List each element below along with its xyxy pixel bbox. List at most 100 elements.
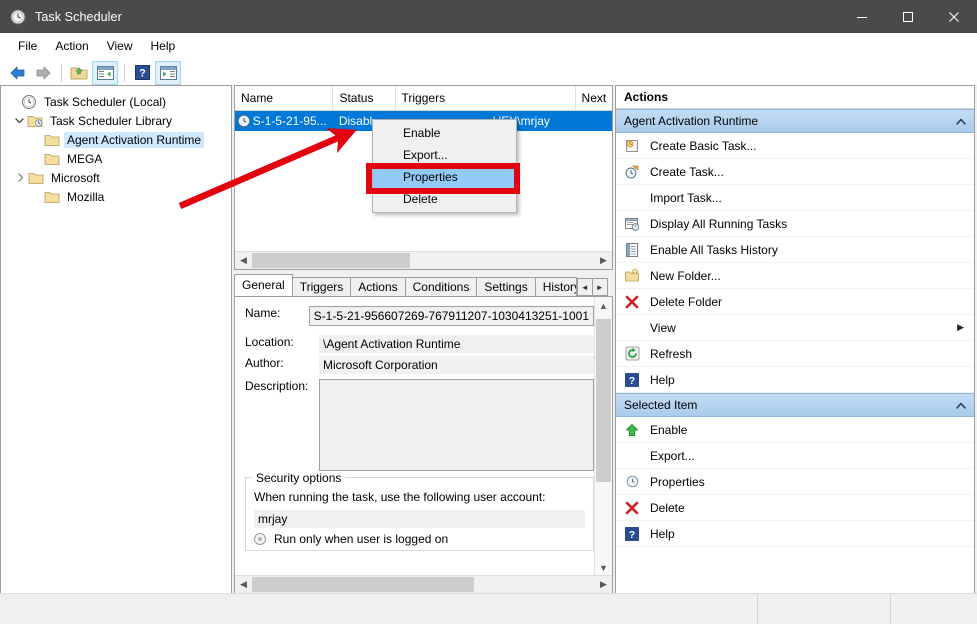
scroll-right-icon[interactable]: ▶ <box>595 576 612 593</box>
menu-file[interactable]: File <box>9 36 46 56</box>
status-section-2 <box>757 594 890 624</box>
security-options-group: Security options When running the task, … <box>245 471 594 551</box>
action-view[interactable]: View ▶ <box>616 315 974 341</box>
tab-actions[interactable]: Actions <box>350 277 406 296</box>
actions-section-agent-activation-runtime[interactable]: Agent Activation Runtime <box>616 109 974 133</box>
no-icon <box>624 448 640 464</box>
scroll-left-icon[interactable]: ◀ <box>235 576 252 593</box>
tree-node-task-scheduler-local[interactable]: Task Scheduler (Local) <box>1 92 231 111</box>
hscroll-track[interactable] <box>252 576 595 593</box>
action-selected-properties[interactable]: Properties <box>616 469 974 495</box>
action-label: Create Task... <box>650 164 724 179</box>
action-enable-all-tasks-history[interactable]: Enable All Tasks History <box>616 237 974 263</box>
menu-view[interactable]: View <box>98 36 142 56</box>
show-hide-console-tree-button[interactable] <box>92 60 118 85</box>
tab-scroll-right-button[interactable]: ► <box>591 278 608 296</box>
delete-x-icon <box>624 500 640 516</box>
maximize-button[interactable] <box>885 0 931 33</box>
tab-general[interactable]: General <box>234 274 293 296</box>
hscroll-thumb[interactable] <box>252 577 474 592</box>
action-label: Enable <box>650 422 688 437</box>
action-label: New Folder... <box>650 268 721 283</box>
chevron-up-icon[interactable] <box>956 114 966 128</box>
tab-history[interactable]: History ( <box>534 277 577 296</box>
tab-scroll-left-button[interactable]: ◄ <box>576 278 593 296</box>
action-help[interactable]: ? Help <box>616 367 974 393</box>
create-task-icon <box>624 164 640 180</box>
window-title: Task Scheduler <box>35 9 122 24</box>
context-menu-item-export[interactable]: Export... <box>373 144 516 166</box>
up-folder-button[interactable] <box>67 62 91 84</box>
tree-node-label: Microsoft <box>51 170 100 185</box>
tab-conditions[interactable]: Conditions <box>404 277 478 296</box>
action-new-folder[interactable]: New Folder... <box>616 263 974 289</box>
action-selected-enable[interactable]: Enable <box>616 417 974 443</box>
menu-help[interactable]: Help <box>142 36 185 56</box>
action-selected-delete[interactable]: Delete <box>616 495 974 521</box>
action-label: Import Task... <box>650 190 722 205</box>
tree-node-label: Task Scheduler (Local) <box>44 94 167 109</box>
field-name: Name: S-1-5-21-956607269-767911207-10304… <box>235 306 612 326</box>
column-header-triggers[interactable]: Triggers <box>396 86 576 110</box>
submenu-arrow-icon: ▶ <box>957 322 964 332</box>
new-folder-icon <box>624 268 640 284</box>
close-button[interactable] <box>931 0 977 33</box>
tab-triggers[interactable]: Triggers <box>291 277 352 296</box>
chevron-up-icon[interactable] <box>956 398 966 412</box>
context-menu-item-properties[interactable]: Properties <box>373 166 516 188</box>
hscroll-thumb[interactable] <box>252 253 410 268</box>
tree-node-agent-activation-runtime[interactable]: Agent Activation Runtime <box>1 130 231 149</box>
window-controls <box>839 0 977 33</box>
action-selected-help[interactable]: ? Help <box>616 521 974 547</box>
scroll-up-icon[interactable]: ▲ <box>595 297 612 314</box>
chevron-right-icon[interactable] <box>12 173 28 182</box>
context-menu-item-delete[interactable]: Delete <box>373 188 516 210</box>
name-input[interactable]: S-1-5-21-956607269-767911207-1030413251-… <box>308 306 594 326</box>
details-vscrollbar[interactable]: ▲ ▼ <box>594 297 612 576</box>
tree-node-label: Mozilla <box>67 189 105 204</box>
run-only-when-logged-on-radio[interactable]: Run only when user is logged on <box>254 532 585 546</box>
tree-node-mega[interactable]: MEGA <box>1 149 231 168</box>
scroll-down-icon[interactable]: ▼ <box>595 559 612 576</box>
details-hscrollbar[interactable]: ◀ ▶ <box>235 575 612 593</box>
column-header-next[interactable]: Next <box>576 86 612 110</box>
context-menu-item-enable[interactable]: Enable <box>373 122 516 144</box>
action-delete-folder[interactable]: Delete Folder <box>616 289 974 315</box>
hscroll-track[interactable] <box>252 252 595 269</box>
tree-node-mozilla[interactable]: Mozilla <box>1 187 231 206</box>
scroll-right-icon[interactable]: ▶ <box>595 252 612 269</box>
help-button[interactable]: ? <box>130 62 154 84</box>
forward-button[interactable] <box>31 62 55 84</box>
folder-icon <box>44 151 60 167</box>
action-refresh[interactable]: Refresh <box>616 341 974 367</box>
action-display-all-running-tasks[interactable]: Display All Running Tasks <box>616 211 974 237</box>
action-label: Enable All Tasks History <box>650 242 778 257</box>
actions-section-selected-item[interactable]: Selected Item <box>616 393 974 417</box>
console-tree-pane: Task Scheduler (Local) Task Scheduler Li… <box>0 85 232 594</box>
chevron-down-icon[interactable] <box>11 116 27 125</box>
minimize-button[interactable] <box>839 0 885 33</box>
task-details-pane: General Triggers Actions Conditions Sett… <box>234 274 613 594</box>
tree-node-microsoft[interactable]: Microsoft <box>1 168 231 187</box>
column-header-name[interactable]: Name <box>235 86 334 110</box>
action-label: Properties <box>650 474 705 489</box>
back-button[interactable] <box>6 62 30 84</box>
cell-name: S-1-5-21-95... <box>252 114 327 128</box>
details-tabstrip: General Triggers Actions Conditions Sett… <box>234 274 613 296</box>
tab-settings[interactable]: Settings <box>476 277 536 296</box>
location-value: \Agent Activation Runtime <box>319 335 594 353</box>
vscroll-thumb[interactable] <box>596 319 611 482</box>
library-folder-icon <box>27 113 43 129</box>
action-selected-export[interactable]: Export... <box>616 443 974 469</box>
description-textarea[interactable] <box>319 379 594 471</box>
show-action-pane-button[interactable] <box>155 60 181 85</box>
tree-node-task-scheduler-library[interactable]: Task Scheduler Library <box>1 111 231 130</box>
scroll-left-icon[interactable]: ◀ <box>235 252 252 269</box>
column-header-status[interactable]: Status <box>333 86 396 110</box>
action-import-task[interactable]: Import Task... <box>616 185 974 211</box>
menu-action[interactable]: Action <box>46 36 97 56</box>
task-list-hscrollbar[interactable]: ◀ ▶ <box>235 251 612 269</box>
toolbar-separator <box>61 63 62 82</box>
action-create-basic-task[interactable]: Create Basic Task... <box>616 133 974 159</box>
action-create-task[interactable]: Create Task... <box>616 159 974 185</box>
